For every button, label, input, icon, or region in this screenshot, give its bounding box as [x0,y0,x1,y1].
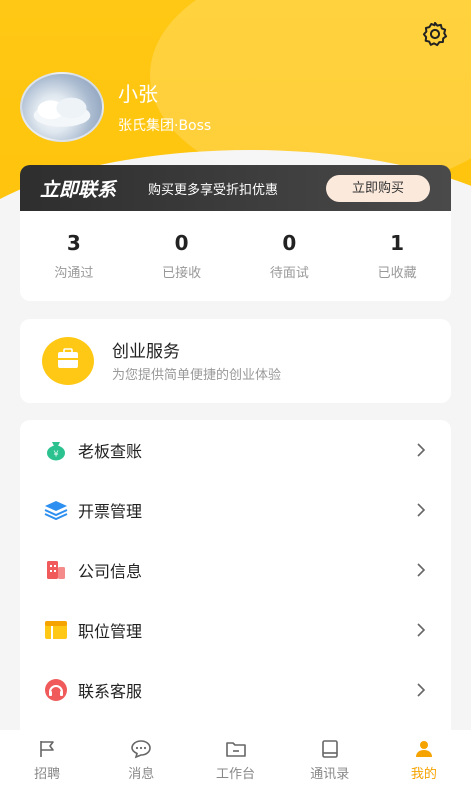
building-icon [47,561,65,579]
menu-item-label: 职位管理 [78,622,143,641]
money-bag-icon: ¥ [47,442,65,461]
tab-mine[interactable]: 我的 [377,730,471,791]
tab-label: 消息 [128,767,155,782]
svg-text:¥: ¥ [53,450,58,459]
service-description: 为您提供简单便捷的创业体验 [112,368,282,383]
bottom-tab-bar: 招聘 消息 工作台 通讯录 我的 [0,730,471,791]
menu-item-invoice-management[interactable]: 开票管理 [20,480,451,540]
service-title: 创业服务 [112,342,180,362]
menu-item-boss-accounts[interactable]: ¥ 老板查账 [20,420,451,480]
promo-title: 立即联系 [40,179,117,201]
folder-icon [225,742,246,757]
menu-item-label: 老板查账 [78,442,143,461]
stat-received[interactable]: 0 已接收 [128,211,236,301]
stats-panel: 3 沟通过 0 已接收 0 待面试 1 已收藏 [20,211,451,301]
promo-banner: 立即联系 购买更多享受折扣优惠 立即购买 [20,165,451,211]
chevron-right-icon [417,503,426,517]
chevron-right-icon [417,683,426,697]
headset-icon [45,679,67,701]
tab-label: 工作台 [216,767,256,782]
entrepreneur-service-card[interactable]: 创业服务 为您提供简单便捷的创业体验 [20,319,451,403]
stat-favorited[interactable]: 1 已收藏 [343,211,451,301]
stat-label: 沟通过 [54,266,94,281]
chevron-right-icon [417,563,426,577]
chevron-right-icon [417,443,426,457]
tab-label: 我的 [410,767,437,782]
menu-list: ¥ 老板查账 开票管理 公司信息 职位管理 联系客服 [20,420,451,730]
chevron-right-icon [417,623,426,637]
settings-gear-icon[interactable] [421,20,449,48]
person-icon [415,741,432,757]
stat-pending-interview[interactable]: 0 待面试 [236,211,344,301]
tab-messages[interactable]: 消息 [94,730,188,791]
book-icon [321,740,338,758]
stat-value: 3 [66,231,81,255]
tab-workbench[interactable]: 工作台 [188,730,282,791]
layers-icon [44,501,68,521]
promo-subtitle: 购买更多享受折扣优惠 [148,183,279,198]
menu-item-position-management[interactable]: 职位管理 [20,600,451,660]
tab-label: 招聘 [34,767,61,782]
table-icon [45,621,67,639]
menu-item-company-info[interactable]: 公司信息 [20,540,451,600]
buy-now-button[interactable]: 立即购买 [326,175,430,202]
briefcase-icon [42,337,94,385]
user-company: 张氏集团·Boss [118,118,212,134]
stat-label: 待面试 [269,266,309,281]
stat-value: 1 [390,231,405,255]
tab-contacts[interactable]: 通讯录 [283,730,377,791]
menu-item-label: 联系客服 [78,682,143,701]
user-name: 小张 [118,82,158,106]
stat-value: 0 [282,231,297,255]
menu-item-customer-service[interactable]: 联系客服 [20,660,451,720]
stat-label: 已接收 [162,266,202,281]
stat-label: 已收藏 [377,266,417,281]
flag-icon [40,741,54,757]
avatar[interactable] [20,72,104,142]
chat-icon [131,740,152,759]
menu-item-label: 开票管理 [78,502,143,521]
avatar-cloud-image [33,97,91,127]
stat-value: 0 [174,231,189,255]
tab-recruit[interactable]: 招聘 [0,730,94,791]
menu-item-label: 公司信息 [78,562,143,581]
stat-contacted[interactable]: 3 沟通过 [20,211,128,301]
tab-label: 通讯录 [310,767,350,782]
